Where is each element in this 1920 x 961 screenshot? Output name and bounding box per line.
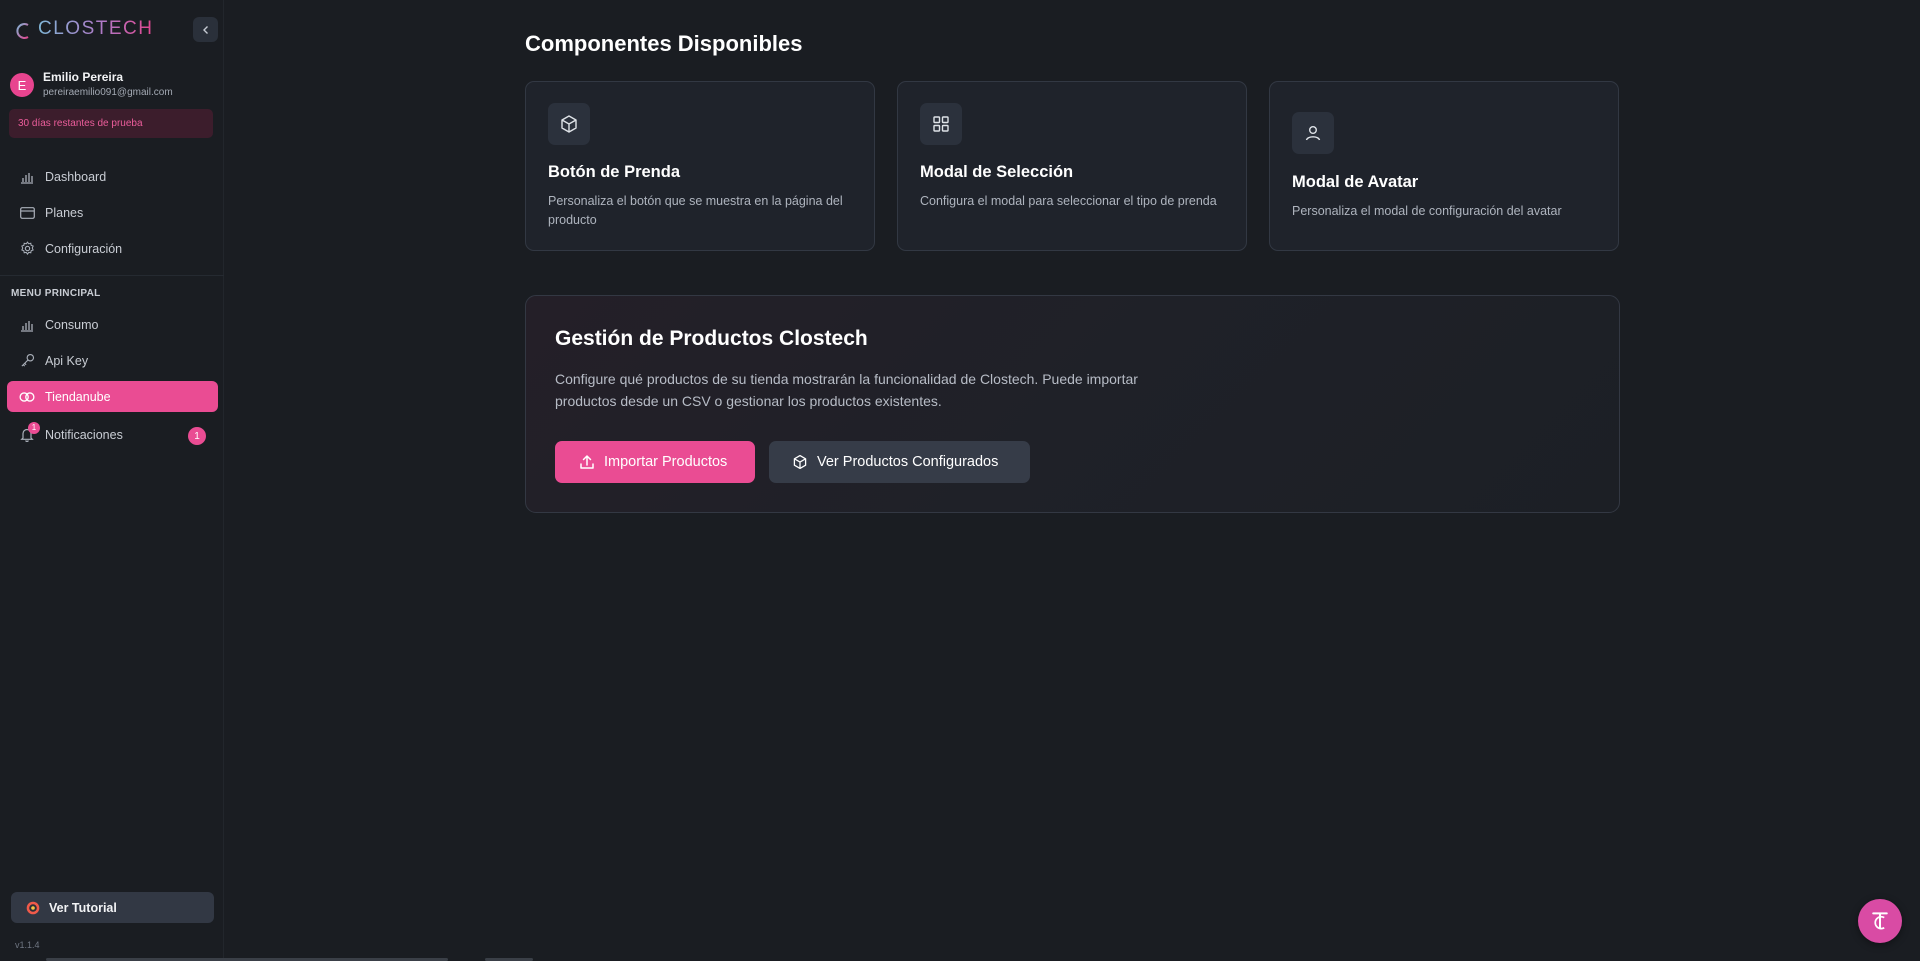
box-icon [548,103,590,145]
sidebar-item-configuracion[interactable]: Configuración [7,233,218,264]
ver-tutorial-button[interactable]: Ver Tutorial [11,892,214,923]
sidebar-divider [0,275,224,276]
grid-icon [920,103,962,145]
sidebar-item-label: Notificaciones [45,427,123,442]
card-description: Personaliza el modal de configuración de… [1292,204,1562,218]
tutorial-icon [26,901,40,914]
card-boton-de-prenda[interactable]: Botón de Prenda Personaliza el botón que… [525,81,875,251]
sidebar-item-label: Api Key [45,353,89,368]
notification-dot: 1 [28,421,40,434]
bar-chart-icon [19,317,35,333]
page-title: Componentes Disponibles [525,31,803,56]
collapse-sidebar-button[interactable] [193,17,218,42]
user-name: Emilio Pereira [43,70,124,84]
section-label: MENU PRINCIPAL [11,288,101,299]
card-title: Modal de Selección [920,163,1074,181]
panel-description: Configure qué productos de su tienda mos… [555,371,1138,409]
credit-card-icon [19,205,35,221]
clostech-logo-icon [1872,912,1888,930]
sidebar-item-tiendanube[interactable]: Tiendanube [7,381,218,412]
card-modal-de-avatar[interactable]: Modal de Avatar Personaliza el modal de … [1269,81,1619,251]
product-management-panel: Gestión de Productos Clostech Configure … [525,295,1620,513]
sidebar-item-label: Configuración [45,241,123,256]
notification-count-badge: 1 [188,427,206,445]
brand-name: CLOSTECH [38,18,154,39]
clostech-logo-icon [13,18,33,39]
button-label: Ver Productos Configurados [817,454,999,470]
sidebar-item-notificaciones[interactable]: 1 Notificaciones 1 [7,419,218,450]
sidebar-item-dashboard[interactable]: Dashboard [7,161,218,192]
chevron-left-icon [202,25,208,34]
bell-icon: 1 [19,421,40,443]
sidebar-item-planes[interactable]: Planes [7,197,218,228]
card-description: Personaliza el botón que se muestra en l… [548,194,843,227]
sidebar-item-consumo[interactable]: Consumo [7,309,218,340]
sidebar-item-label: Tiendanube [45,389,111,404]
panel-title: Gestión de Productos Clostech [555,327,868,350]
trial-badge: 30 días restantes de prueba [9,109,213,138]
floating-assistant-button[interactable] [1858,899,1902,943]
sidebar-item-label: Dashboard [45,169,107,184]
card-title: Botón de Prenda [548,163,681,181]
bar-chart-icon [19,169,35,185]
card-modal-de-seleccion[interactable]: Modal de Selección Configura el modal pa… [897,81,1247,251]
user-email: pereiraemilio091@gmail.com [43,87,173,98]
tutorial-label: Ver Tutorial [49,900,117,915]
sidebar-item-label: Consumo [45,317,99,332]
avatar: E [10,73,34,97]
card-title: Modal de Avatar [1292,173,1419,191]
box-icon [791,454,808,471]
user-icon [1292,112,1334,154]
brand[interactable]: CLOSTECH [12,14,153,44]
gear-icon [19,241,35,257]
user-profile: E Emilio Pereira pereiraemilio091@gmail.… [10,70,173,100]
view-configured-products-button[interactable]: Ver Productos Configurados [769,441,1030,483]
cloud-icon [19,389,35,405]
sidebar-item-label: Planes [45,205,84,220]
upload-icon [578,454,595,471]
card-description: Configura el modal para seleccionar el t… [920,194,1217,208]
button-label: Importar Productos [604,454,728,470]
import-products-button[interactable]: Importar Productos [555,441,755,483]
sidebar-item-api-key[interactable]: Api Key [7,345,218,376]
sidebar: CLOSTECH E Emilio Pereira pereiraemilio0… [0,0,224,961]
key-icon [19,353,35,369]
app-version: v1.1.4 [15,940,40,950]
